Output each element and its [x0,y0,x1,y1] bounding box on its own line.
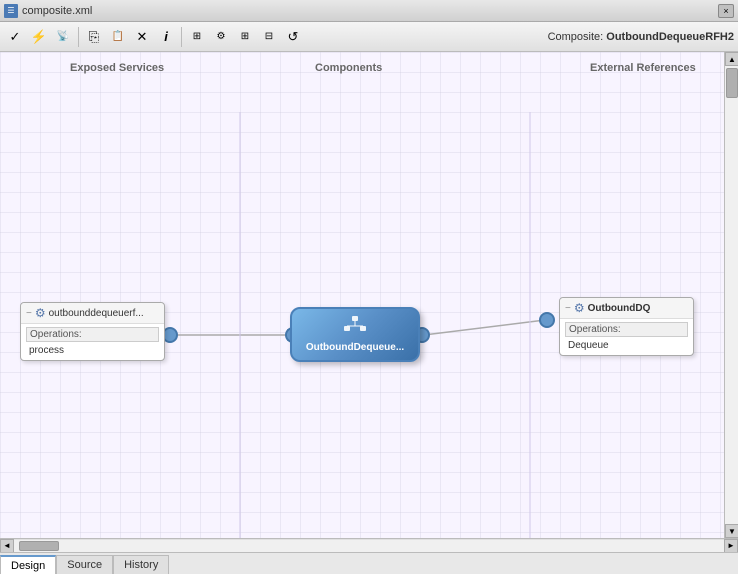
bottom-scrollbar[interactable]: ◄ ► [0,538,738,552]
info-button[interactable]: i [155,26,177,48]
service-node-body: Operations: process [21,324,164,360]
ext-ref-node[interactable]: − ⚙ OutboundDQ Operations: Dequeue [559,297,694,356]
components-header: Components [315,62,382,74]
signal-button[interactable]: 📡 [52,26,74,48]
ext-ref-gear-icon: ⚙ [574,301,585,315]
composite-label: Composite: OutboundDequeueRFH2 [548,31,734,43]
tab-design[interactable]: Design [0,555,56,574]
service-node-minus-icon: − [26,308,32,319]
ext-ref-title: OutboundDQ [588,303,651,314]
view-button[interactable]: ⊞ [186,26,208,48]
service-node-header: − ⚙ outbounddequeuerf... [21,303,164,324]
scroll-down-button[interactable]: ▼ [725,524,738,538]
service-node-title: outbounddequeuerf... [49,308,144,319]
validate-button[interactable]: ✓ [4,26,26,48]
scroll-right-button[interactable]: ► [724,539,738,553]
copy-button[interactable]: ⎘ [83,26,105,48]
tab-source[interactable]: Source [56,555,113,574]
ext-ref-header: − ⚙ OutboundDQ [560,298,693,319]
exposed-services-header: Exposed Services [70,62,164,74]
title-text: composite.xml [22,5,714,17]
service-node[interactable]: − ⚙ outbounddequeuerf... Operations: pro… [20,302,165,361]
connections-svg [0,52,724,538]
scroll-track-right[interactable] [725,66,738,524]
composite-name: OutboundDequeueRFH2 [606,31,734,43]
refresh-button[interactable]: ↺ [282,26,304,48]
component-node[interactable]: OutboundDequeue... [290,307,420,362]
collapse-button[interactable]: ⊟ [258,26,280,48]
scroll-thumb-bottom[interactable] [19,541,59,551]
ext-ref-body: Operations: Dequeue [560,319,693,355]
toolbar: ✓ ⚡ 📡 ⎘ 📋 ✕ i ⊞ ⚙ ⊞ ⊟ ↺ Composite: Outbo… [0,22,738,52]
external-references-header: External References [590,62,696,74]
scroll-up-button[interactable]: ▲ [725,52,738,66]
run-button[interactable]: ⚡ [28,26,50,48]
toolbar-separator-1 [78,27,79,47]
props-button[interactable]: ⚙ [210,26,232,48]
expand-button[interactable]: ⊞ [234,26,256,48]
service-ops-label: Operations: [26,327,159,342]
toolbar-separator-2 [181,27,182,47]
scroll-track-bottom[interactable] [14,540,724,552]
close-button[interactable]: × [718,4,734,18]
scroll-left-button[interactable]: ◄ [0,539,14,553]
component-label: OutboundDequeue... [306,342,404,353]
title-bar: ☰ composite.xml × [0,0,738,22]
scrollbar-right[interactable]: ▲ ▼ [724,52,738,538]
canvas[interactable]: Exposed Services Components External Ref… [0,52,724,538]
tab-history[interactable]: History [113,555,169,574]
scroll-thumb-right[interactable] [726,68,738,98]
tab-bar: Design Source History [0,552,738,574]
ext-ref-ops-label: Operations: [565,322,688,337]
service-node-gear-icon: ⚙ [35,306,46,320]
ext-ref-minus-icon: − [565,303,571,314]
paste-button[interactable]: 📋 [107,26,129,48]
service-ops-item-process: process [26,344,159,357]
main-area: Exposed Services Components External Ref… [0,52,738,538]
delete-button[interactable]: ✕ [131,26,153,48]
component-icon [343,316,367,339]
ext-ref-ops-item-dequeue: Dequeue [565,339,688,352]
file-icon: ☰ [4,4,18,18]
